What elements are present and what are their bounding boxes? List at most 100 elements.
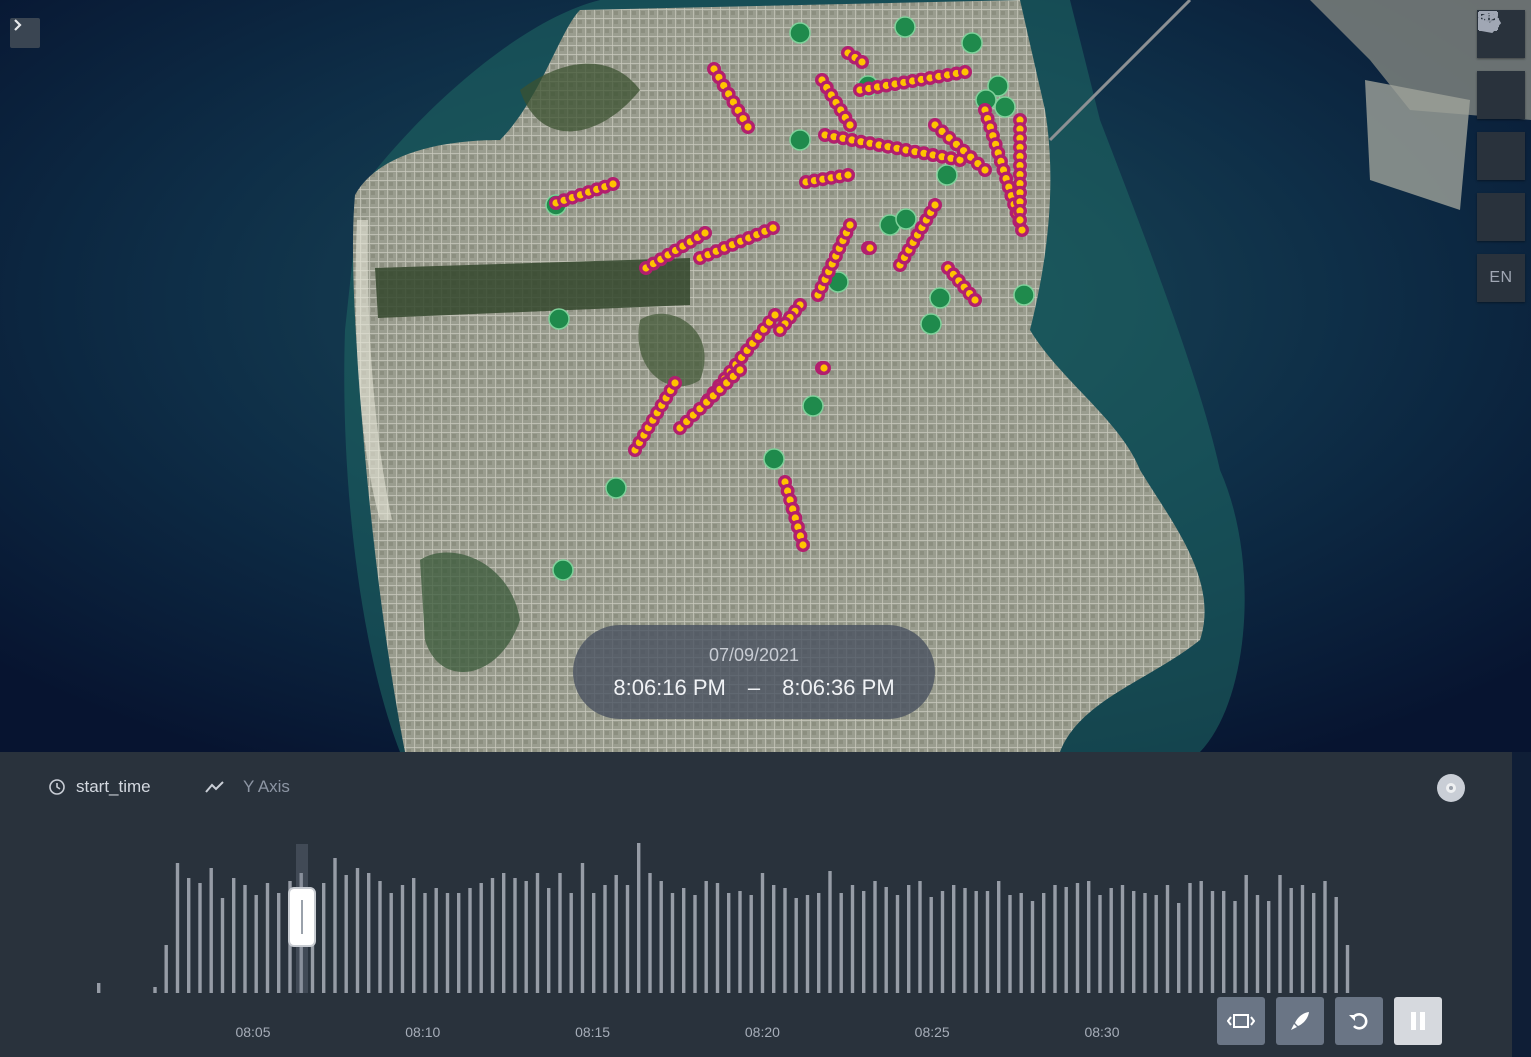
clock-icon [49,779,65,795]
histogram-bar [659,881,663,993]
histogram-bar [164,945,168,993]
histogram-bar [794,898,798,993]
point-marker [605,477,627,499]
point-marker [929,287,951,309]
histogram-bar [423,893,427,993]
trip-point-inner [799,541,807,549]
data-table-button[interactable] [1477,11,1525,180]
histogram-bar [355,868,360,993]
histogram-bar [569,893,573,993]
histogram-bar [952,885,956,993]
histogram-bar [817,893,821,993]
point-marker [895,208,917,230]
toggle-side-panel-button[interactable] [10,18,40,48]
histogram-bar [1075,883,1080,993]
animation-window-button[interactable] [1217,997,1265,1045]
histogram-bar [333,858,337,993]
time-display-end: 8:06:36 PM [782,675,895,700]
map-view[interactable]: EN 07/09/2021 8:06:16 PM – 8:06:36 PM [0,0,1531,752]
point-marker [548,308,570,330]
histogram-bar [1312,893,1316,993]
reset-icon [1349,1013,1368,1030]
histogram-bar [1019,893,1023,993]
histogram-bar [637,843,641,993]
timeline-settings-button[interactable] [1437,774,1465,802]
point-marker [961,32,983,54]
time-tick-label: 08:10 [405,1024,440,1040]
histogram-bar [974,891,978,993]
speed-button[interactable] [1276,997,1324,1045]
histogram-bar [1098,895,1102,993]
histogram-bar [783,888,787,993]
animation-time-display: 07/09/2021 8:06:16 PM – 8:06:36 PM [573,625,935,719]
trip-point-inner [744,123,752,131]
histogram-bar [580,863,585,993]
histogram-bar [1278,875,1282,993]
histogram-bar [828,871,832,993]
time-tick-label: 08:25 [915,1024,950,1040]
histogram-bar [1087,881,1091,993]
histogram-bar [1008,895,1012,993]
point-marker [936,164,958,186]
time-field-label: start_time [76,777,151,796]
histogram-bar [895,895,900,993]
histogram-bar [1154,895,1158,993]
histogram-bar [592,893,596,993]
draw-polygon-button[interactable] [1477,11,1525,241]
trip-point-inner [846,221,854,229]
histogram-bar [1210,891,1215,993]
3d-map-button[interactable] [1477,12,1525,119]
histogram-bar [1120,885,1125,993]
trip-point-inner [776,326,784,334]
time-display-date: 07/09/2021 [708,645,800,665]
histogram-bar [1233,901,1237,993]
histogram-bar [693,895,697,993]
histogram-bar [907,885,911,993]
trip-point-inner [971,296,979,304]
time-field-selector[interactable]: start_time [48,777,151,797]
point-marker [552,559,574,581]
histogram-bar [1165,885,1170,993]
histogram-bar [434,888,438,993]
histogram-bar [479,883,483,993]
locale-button[interactable]: EN [1477,254,1525,302]
histogram-bar [468,888,472,993]
histogram-bar [1244,875,1248,993]
pause-button[interactable] [1394,997,1442,1045]
time-tick-label: 08:05 [235,1024,270,1040]
histogram-bar [97,983,101,993]
pause-icon [1411,1012,1425,1030]
histogram-bar [929,897,933,993]
histogram-bar [1053,885,1057,993]
y-axis-selector[interactable]: Y Axis [205,777,290,797]
histogram-bar [704,881,708,993]
histogram-bar [400,885,405,993]
trip-point-inner [931,201,939,209]
histogram-bar [1300,885,1305,993]
trip-point-inner [1018,226,1026,234]
histogram-bar [715,883,720,993]
histogram-bar [198,883,202,993]
trip-point-inner [858,58,866,66]
histogram-bar [265,883,270,993]
histogram-bar [727,893,731,993]
reset-button[interactable] [1335,997,1383,1045]
histogram-bar [457,893,461,993]
point-marker [789,22,811,44]
histogram-bar [985,891,990,993]
trip-point-inner [866,244,874,252]
point-marker [763,448,785,470]
histogram-bar [648,873,652,993]
polygon-draw-icon [1479,11,1502,33]
line-chart-icon [205,781,224,793]
histogram-bar [1143,893,1147,993]
point-marker [802,395,824,417]
histogram-bar [175,863,180,993]
histogram-bar [1267,901,1271,993]
point-marker [894,16,916,38]
locale-label: EN [1489,269,1513,286]
histogram-bar [389,893,393,993]
histogram-bar [749,895,753,993]
time-display-start: 8:06:16 PM [613,675,726,700]
time-tick-label: 08:30 [1084,1024,1119,1040]
